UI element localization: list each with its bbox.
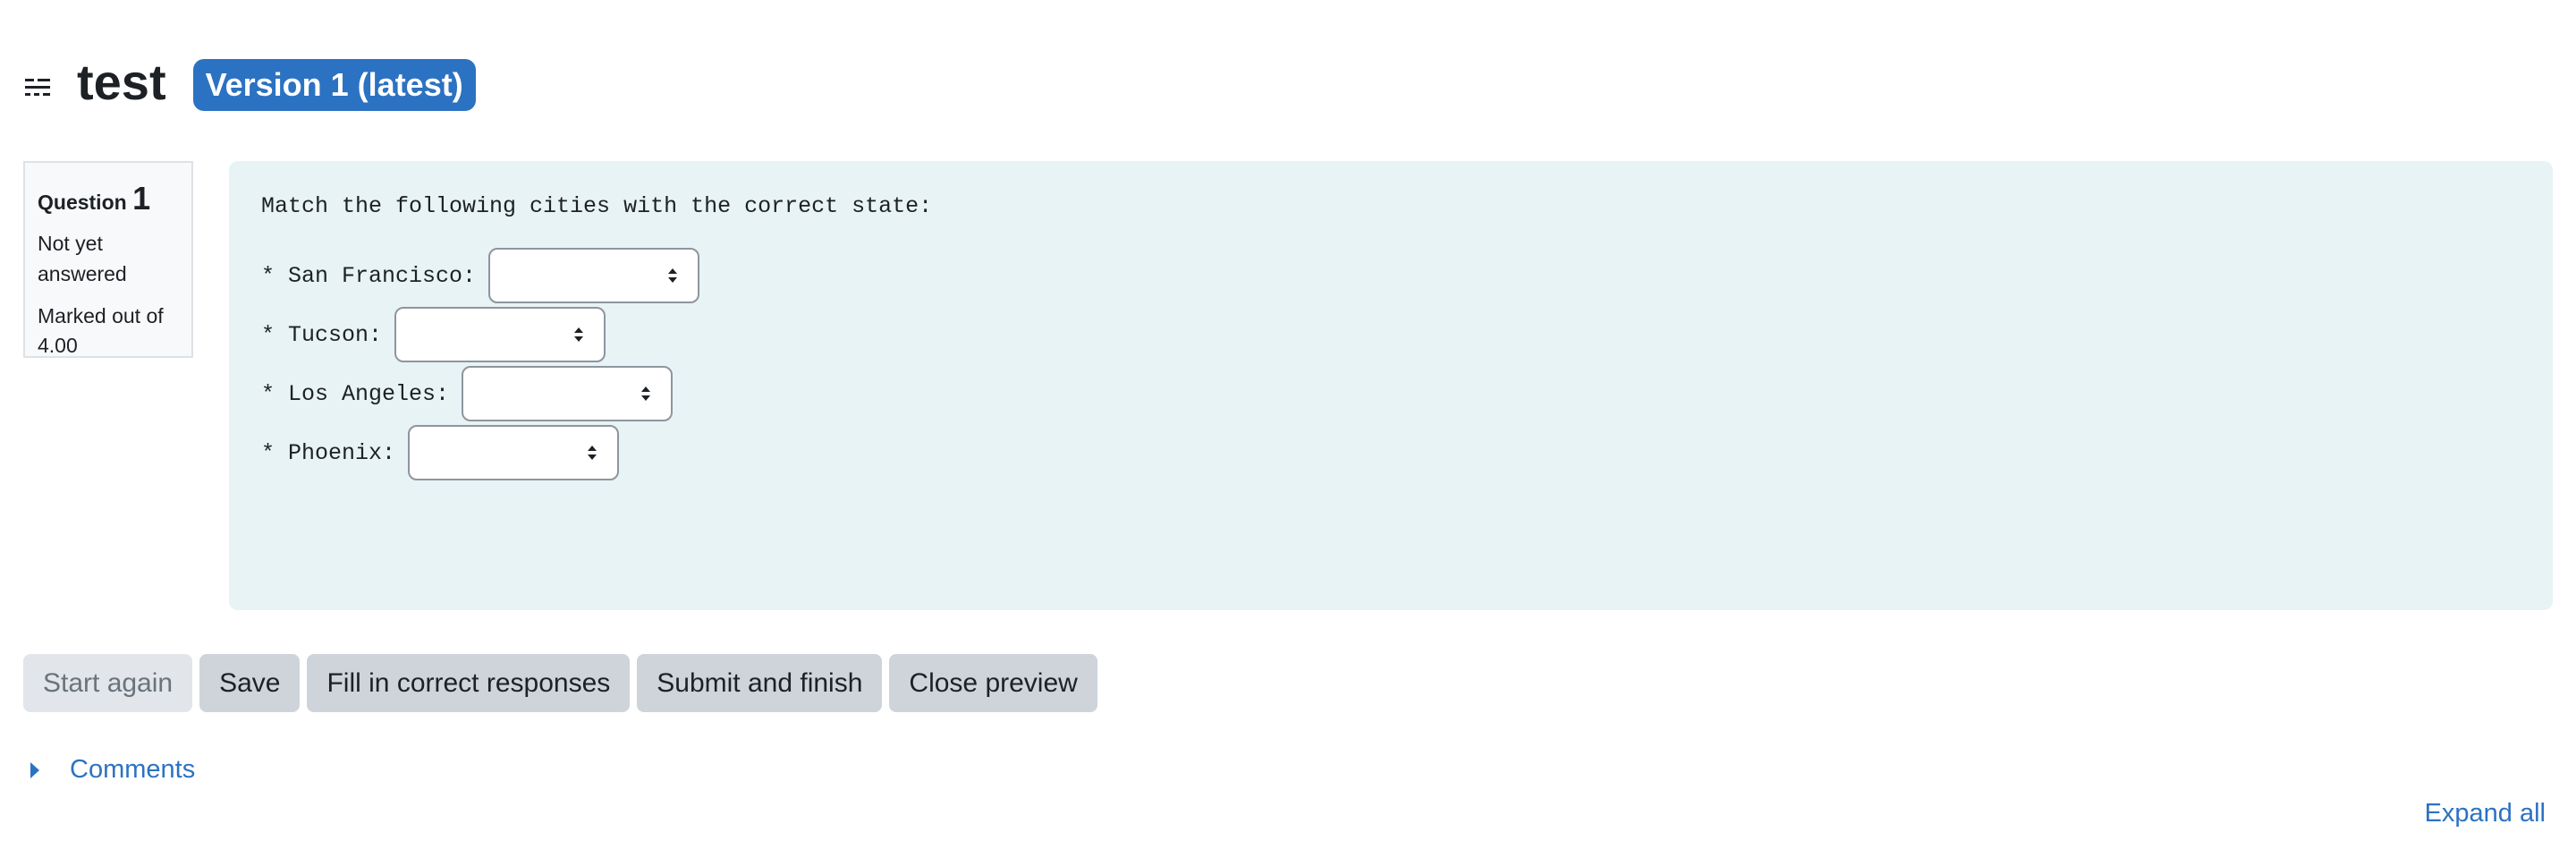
match-row: * Phoenix: <box>261 423 2521 482</box>
match-row: * San Francisco: <box>261 246 2521 305</box>
question-content: Match the following cities with the corr… <box>229 161 2553 610</box>
question-type-icon <box>25 79 50 96</box>
start-again-button[interactable]: Start again <box>23 654 193 712</box>
comments-label: Comments <box>70 755 196 784</box>
question-number: 1 <box>132 180 151 217</box>
match-label: * San Francisco: <box>261 262 477 289</box>
question-prompt: Match the following cities with the corr… <box>261 193 933 219</box>
select-arrows-icon <box>668 268 678 283</box>
page-header: test Version 1 (latest) <box>25 47 476 118</box>
match-row: * Tucson: <box>261 305 2521 364</box>
state-select[interactable] <box>462 366 674 421</box>
state-select[interactable] <box>408 425 620 480</box>
preview-page: test Version 1 (latest) Question 1 Not y… <box>0 0 2576 841</box>
match-label: * Tucson: <box>261 321 383 348</box>
submit-and-finish-button[interactable]: Submit and finish <box>637 654 883 712</box>
match-row: * Los Angeles: <box>261 364 2521 423</box>
version-badge: Version 1 (latest) <box>192 59 476 111</box>
select-arrows-icon <box>641 387 651 401</box>
select-arrows-icon <box>588 446 597 460</box>
question-grade: Marked out of 4.00 <box>38 303 164 358</box>
state-select[interactable] <box>488 248 700 303</box>
fill-correct-responses-button[interactable]: Fill in correct responses <box>307 654 631 712</box>
question-info-box: Question 1 Not yet answered Marked out o… <box>23 161 193 358</box>
preview-controls: Start again Save Fill in correct respons… <box>23 654 1097 712</box>
question-number-line: Question 1 <box>38 175 179 222</box>
match-label: * Phoenix: <box>261 439 396 466</box>
state-select[interactable] <box>394 307 606 362</box>
select-arrows-icon <box>574 327 584 342</box>
save-button[interactable]: Save <box>199 654 301 712</box>
page-title: test <box>77 54 166 110</box>
close-preview-button[interactable]: Close preview <box>889 654 1097 712</box>
expand-all-link[interactable]: Expand all <box>2425 799 2546 828</box>
comments-toggle[interactable]: Comments <box>30 755 195 785</box>
question-label: Question <box>38 191 127 214</box>
question-state: Not yet answered <box>38 232 127 285</box>
caret-right-icon <box>30 761 39 778</box>
